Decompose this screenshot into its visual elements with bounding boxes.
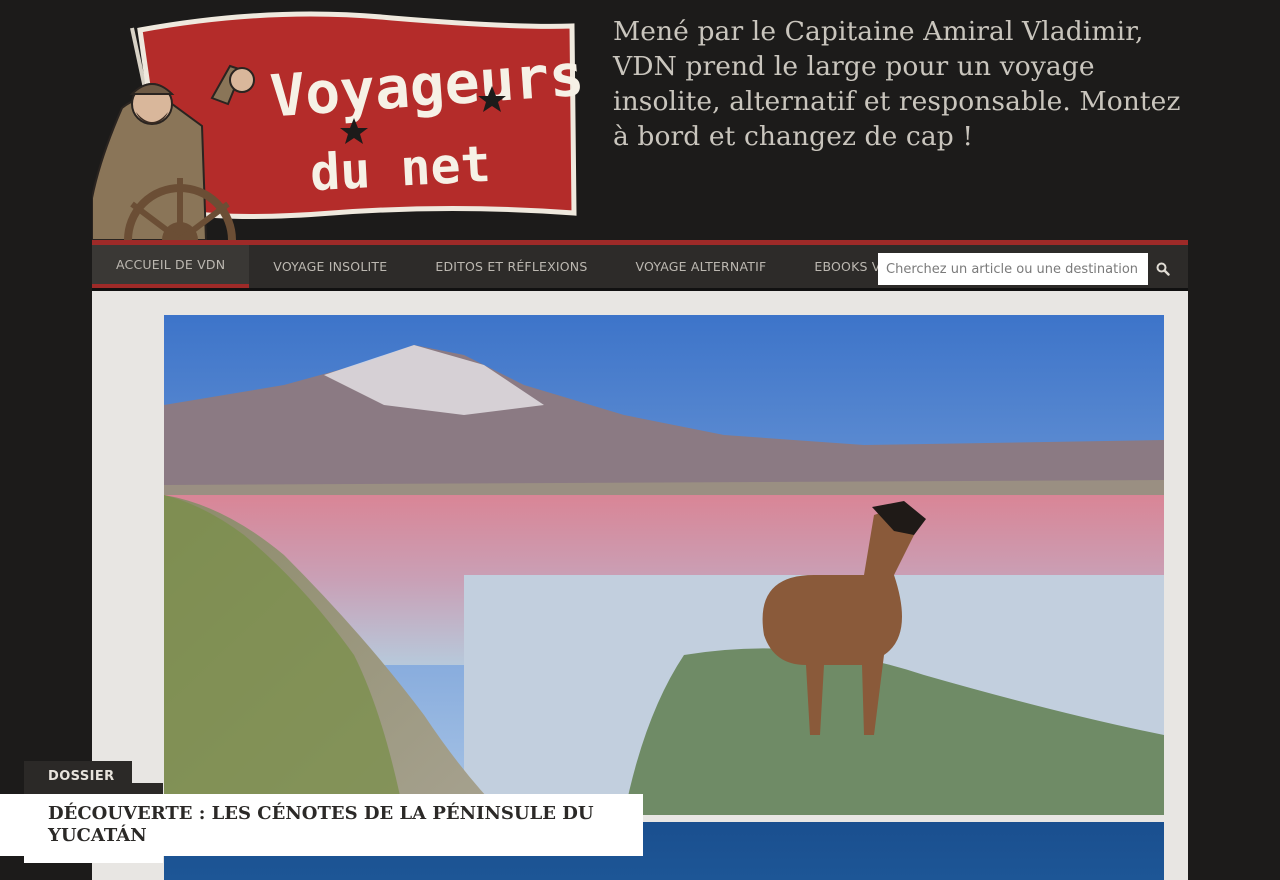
search-button[interactable] bbox=[1148, 253, 1178, 285]
featured-article-title[interactable]: DÉCOUVERTE : LES CÉNOTES DE LA PÉNINSULE… bbox=[48, 803, 618, 847]
nav-item-accueil[interactable]: ACCUEIL DE VDN bbox=[92, 245, 250, 288]
nav-item-editos[interactable]: EDITOS ET RÉFLEXIONS bbox=[411, 245, 611, 288]
main-navigation: ACCUEIL DE VDN VOYAGE INSOLITE EDITOS ET… bbox=[92, 240, 1188, 291]
svg-text:du net: du net bbox=[309, 135, 492, 202]
search-icon bbox=[1156, 262, 1170, 276]
nav-item-voyage-insolite[interactable]: VOYAGE INSOLITE bbox=[249, 245, 411, 288]
search-input[interactable] bbox=[878, 253, 1148, 285]
site-tagline: Mené par le Capitaine Amiral Vladimir, V… bbox=[613, 16, 1181, 152]
site-header: Voyageurs du net Mené par le Capitaine A… bbox=[91, 0, 1188, 296]
site-logo[interactable]: Voyageurs du net bbox=[91, 8, 586, 296]
nav-item-voyage-alternatif[interactable]: VOYAGE ALTERNATIF bbox=[611, 245, 790, 288]
featured-category-label[interactable]: DOSSIER bbox=[48, 769, 115, 784]
featured-article-image[interactable] bbox=[164, 315, 1164, 815]
caption-decoration bbox=[24, 856, 163, 863]
